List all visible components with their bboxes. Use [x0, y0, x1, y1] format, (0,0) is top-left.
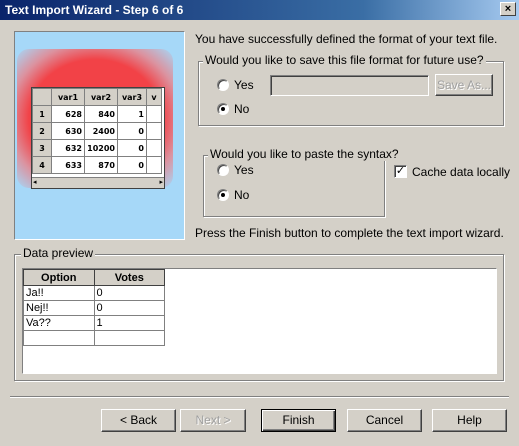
- sample-grid-header: var1 var2 var3 v: [32, 88, 162, 106]
- paste-syntax-legend: Would you like to paste the syntax?: [208, 147, 401, 161]
- paste-syntax-no-label[interactable]: No: [234, 188, 249, 202]
- sample-cell: [146, 105, 162, 123]
- sample-grid-row: 4 633 870 0: [32, 156, 162, 174]
- finish-button[interactable]: Finish: [261, 409, 336, 432]
- sample-grid-row: 3 632 10200 0: [32, 139, 162, 157]
- sample-cell: 632: [51, 139, 85, 157]
- sample-grid-row: 1 628 840 1: [32, 105, 162, 123]
- intro-text: You have successfully defined the format…: [195, 32, 498, 46]
- close-button[interactable]: ×: [500, 2, 516, 16]
- sample-col-header: var1: [51, 88, 85, 106]
- sample-cell: 0: [117, 122, 147, 140]
- sample-data-grid: var1 var2 var3 v 1 628 840 1 2 630 2400 …: [31, 87, 165, 189]
- finish-hint-text: Press the Finish button to complete the …: [195, 226, 504, 240]
- column-header-votes[interactable]: Votes: [93, 269, 166, 286]
- close-icon: ×: [504, 3, 512, 15]
- sample-cell: [146, 122, 162, 140]
- sample-cell: 840: [84, 105, 118, 123]
- sample-cell: 628: [51, 105, 85, 123]
- table-row: [23, 330, 166, 346]
- table-cell: Ja!!: [23, 285, 95, 301]
- sample-cell: 633: [51, 156, 85, 174]
- paste-syntax-yes-radio[interactable]: [217, 164, 229, 176]
- data-preview-header-row: Option Votes: [23, 269, 166, 286]
- button-separator: [10, 396, 509, 398]
- table-row: Va?? 1: [23, 315, 166, 331]
- table-cell: Nej!!: [23, 300, 95, 316]
- data-preview-grid: Option Votes Ja!! 0 Nej!! 0 Va?? 1: [23, 269, 166, 349]
- sample-grid-row: 2 630 2400 0: [32, 122, 162, 140]
- sample-col-header: v: [146, 88, 162, 106]
- back-button[interactable]: < Back: [101, 409, 176, 432]
- sample-col-header: var2: [84, 88, 118, 106]
- save-format-no-radio[interactable]: [217, 103, 229, 115]
- table-row: Ja!! 0: [23, 285, 166, 301]
- sample-cell: 2400: [84, 122, 118, 140]
- save-format-yes-radio[interactable]: [217, 79, 229, 91]
- sample-col-header: var3: [117, 88, 147, 106]
- sample-cell: 1: [117, 105, 147, 123]
- paste-syntax-group: [203, 155, 385, 217]
- window-title: Text Import Wizard - Step 6 of 6: [5, 3, 184, 17]
- cancel-button[interactable]: Cancel: [347, 409, 422, 432]
- sample-row-header: 3: [32, 139, 52, 157]
- table-cell: [23, 330, 95, 346]
- sample-cell: 870: [84, 156, 118, 174]
- column-header-option[interactable]: Option: [23, 269, 95, 286]
- scroll-right-icon: ▸: [159, 179, 163, 186]
- cache-data-label[interactable]: Cache data locally: [412, 165, 510, 179]
- sample-row-header: 1: [32, 105, 52, 123]
- table-cell: 1: [93, 315, 166, 331]
- sample-grid-scrollbar: ◂ ▸: [32, 177, 164, 188]
- table-cell: 0: [93, 300, 166, 316]
- save-format-yes-label[interactable]: Yes: [234, 78, 254, 92]
- table-cell: 0: [93, 285, 166, 301]
- sample-cell: 10200: [84, 139, 118, 157]
- sample-cell: 0: [117, 139, 147, 157]
- save-format-legend: Would you like to save this file format …: [203, 53, 486, 67]
- next-button[interactable]: Next >: [180, 409, 246, 432]
- paste-syntax-no-radio[interactable]: [217, 189, 229, 201]
- help-button[interactable]: Help: [432, 409, 507, 432]
- sample-cell: 0: [117, 156, 147, 174]
- checkmark-icon: ✓: [395, 165, 406, 177]
- sample-row-header: 4: [32, 156, 52, 174]
- table-row: Nej!! 0: [23, 300, 166, 316]
- paste-syntax-yes-label[interactable]: Yes: [234, 163, 254, 177]
- save-format-filename-field[interactable]: [270, 75, 429, 96]
- sample-grid-corner: [32, 88, 52, 106]
- save-as-button[interactable]: Save As...: [435, 74, 493, 96]
- sample-cell: [146, 156, 162, 174]
- scroll-left-icon: ◂: [33, 179, 37, 186]
- table-cell: [93, 330, 166, 346]
- table-cell: Va??: [23, 315, 95, 331]
- title-bar[interactable]: Text Import Wizard - Step 6 of 6 ×: [0, 0, 519, 20]
- sample-row-header: 2: [32, 122, 52, 140]
- sample-cell: [146, 139, 162, 157]
- save-format-no-label[interactable]: No: [234, 102, 249, 116]
- sample-cell: 630: [51, 122, 85, 140]
- data-preview-legend: Data preview: [21, 246, 96, 260]
- cache-data-checkbox[interactable]: ✓: [394, 165, 407, 178]
